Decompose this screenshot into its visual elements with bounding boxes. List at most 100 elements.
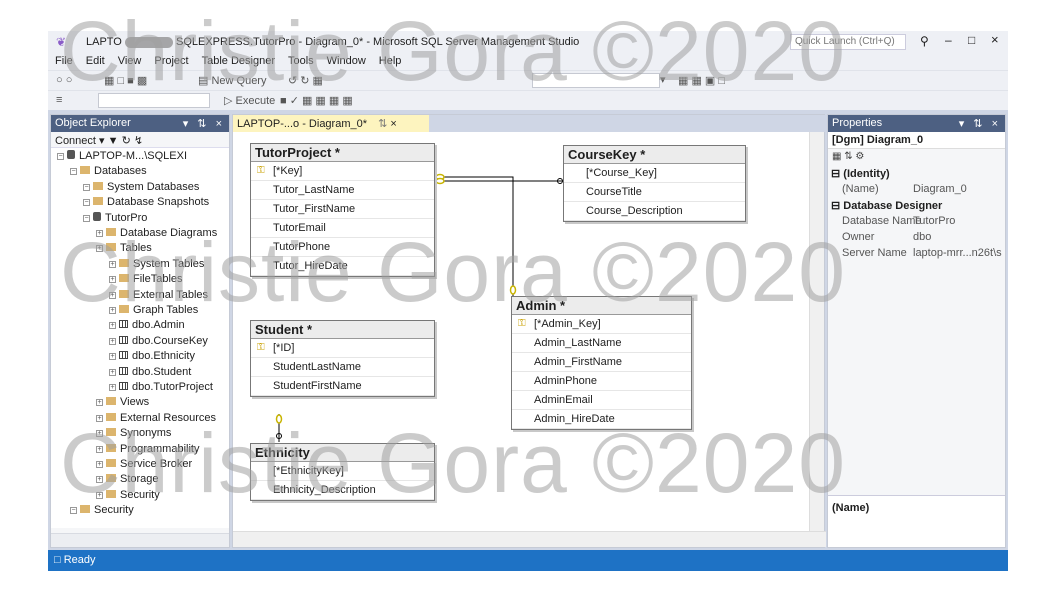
table-entity[interactable]: TutorProject * ⚿ [*Key] Tutor_LastName Tutor… bbox=[250, 143, 435, 277]
column-row[interactable]: CourseTitle bbox=[564, 183, 745, 202]
menu-tools[interactable]: Tools bbox=[281, 53, 320, 67]
toolbar-icons-3[interactable]: ▦ ▦ ▣ □ bbox=[678, 74, 725, 87]
tree-item[interactable]: + dbo.Admin bbox=[109, 319, 185, 334]
tree-item[interactable]: + Views bbox=[96, 396, 149, 411]
expand-icon[interactable]: + bbox=[96, 491, 103, 499]
column-row[interactable]: Admin_FirstName bbox=[512, 353, 691, 372]
horizontal-scrollbar[interactable] bbox=[51, 533, 229, 547]
property-category[interactable]: ⊟ Database Designer bbox=[828, 197, 1005, 213]
tree-item[interactable]: + dbo.CourseKey bbox=[109, 335, 208, 350]
menu-view[interactable]: View bbox=[111, 53, 148, 67]
filter-icon[interactable]: ▼ ↻ ↯ bbox=[108, 135, 143, 147]
property-row[interactable]: Server Name laptop-mrr...n26t\s bbox=[828, 245, 1005, 261]
column-row[interactable]: Course_Description bbox=[564, 202, 745, 221]
expand-icon[interactable]: + bbox=[96, 399, 103, 407]
property-row[interactable]: Owner dbo bbox=[828, 229, 1005, 245]
column-row[interactable]: [*EthnicityKey] bbox=[251, 462, 434, 481]
column-row[interactable]: Tutor_HireDate bbox=[251, 257, 434, 276]
new-query-button[interactable]: ▤ New Query bbox=[198, 74, 266, 87]
back-icon[interactable]: ○ ○ bbox=[56, 74, 72, 86]
collapse-icon[interactable]: ⊟ bbox=[831, 200, 843, 212]
tree-item[interactable]: + External Tables bbox=[109, 289, 208, 304]
execute-button[interactable]: ▷ Execute bbox=[224, 94, 275, 107]
property-row[interactable]: (Name) Diagram_0 bbox=[828, 181, 1005, 197]
expand-icon[interactable]: + bbox=[109, 384, 116, 391]
expand-icon[interactable]: − bbox=[83, 214, 90, 222]
expand-icon[interactable]: − bbox=[70, 507, 77, 515]
column-row[interactable]: Tutor_FirstName bbox=[251, 200, 434, 219]
toolbar-icons[interactable]: ▦ □ ■ ▩ bbox=[104, 74, 147, 87]
table-entity[interactable]: Ethnicity [*EthnicityKey] Ethnicity_Descri… bbox=[250, 443, 435, 501]
tree-item[interactable]: − LAPTOP-M...\SQLEXI bbox=[57, 150, 187, 165]
minimize-button[interactable]: – bbox=[945, 33, 952, 47]
column-row[interactable]: AdminPhone bbox=[512, 372, 691, 391]
pin-icon[interactable]: ⇅ bbox=[378, 118, 387, 130]
expand-icon[interactable]: + bbox=[96, 230, 103, 237]
column-row[interactable]: [*Course_Key] bbox=[564, 164, 745, 183]
column-row[interactable]: StudentLastName bbox=[251, 358, 434, 377]
collapse-icon[interactable]: ⊟ bbox=[831, 168, 843, 180]
column-row[interactable]: ⚿ [*Admin_Key] bbox=[512, 315, 691, 334]
tree-item[interactable]: + dbo.TutorProject bbox=[109, 381, 213, 396]
column-row[interactable]: Ethnicity_Description bbox=[251, 481, 434, 500]
menu-edit[interactable]: Edit bbox=[79, 53, 111, 67]
filter-icon[interactable]: ≡ bbox=[56, 94, 62, 106]
entity-title[interactable]: TutorProject * bbox=[251, 144, 434, 162]
panel-controls[interactable]: ▾ ⇅ × bbox=[959, 117, 1001, 130]
tree-item[interactable]: + System Tables bbox=[109, 258, 204, 273]
menu-project[interactable]: Project bbox=[147, 53, 194, 67]
tree-item[interactable]: + FileTables bbox=[109, 273, 183, 288]
toolbar-icons-2[interactable]: ↺ ↻ ▦ bbox=[288, 74, 323, 87]
column-row[interactable]: ⚿ [*Key] bbox=[251, 162, 434, 181]
expand-icon[interactable]: − bbox=[83, 199, 90, 207]
close-button[interactable]: × bbox=[991, 32, 999, 47]
column-row[interactable]: Admin_LastName bbox=[512, 334, 691, 353]
column-row[interactable]: Admin_HireDate bbox=[512, 410, 691, 429]
expand-icon[interactable]: + bbox=[109, 276, 116, 284]
expand-icon[interactable]: + bbox=[109, 307, 116, 314]
menu-file[interactable]: File bbox=[48, 53, 79, 67]
table-entity[interactable]: Student * ⚿ [*ID] StudentLastName StudentFir… bbox=[250, 320, 435, 397]
property-category[interactable]: ⊟ (Identity) bbox=[828, 165, 1005, 181]
entity-title[interactable]: Admin * bbox=[512, 297, 691, 315]
expand-icon[interactable]: + bbox=[109, 260, 116, 268]
vertical-scrollbar[interactable] bbox=[809, 132, 824, 533]
expand-icon[interactable]: + bbox=[109, 368, 116, 376]
expand-icon[interactable]: − bbox=[57, 153, 64, 160]
tab-diagram[interactable]: LAPTOP-...o - Diagram_0* ⇅ × bbox=[233, 115, 429, 132]
tree-item[interactable]: + External Resources bbox=[96, 412, 216, 427]
expand-icon[interactable]: + bbox=[96, 245, 103, 253]
quick-launch-input[interactable]: Quick Launch (Ctrl+Q) bbox=[790, 34, 906, 50]
table-entity[interactable]: CourseKey * [*Course_Key] CourseTitle Cours… bbox=[563, 145, 746, 222]
expand-icon[interactable]: + bbox=[96, 461, 103, 468]
relationship-tutor-admin[interactable] bbox=[435, 176, 514, 296]
tree-item[interactable]: + dbo.Ethnicity bbox=[109, 350, 195, 365]
expand-icon[interactable]: + bbox=[96, 430, 103, 438]
entity-title[interactable]: Student * bbox=[251, 321, 434, 339]
menu-help[interactable]: Help bbox=[372, 53, 408, 67]
tree-item[interactable]: − Databases bbox=[70, 165, 147, 180]
tree-item[interactable]: + Synonyms bbox=[96, 427, 171, 442]
expand-icon[interactable]: + bbox=[96, 445, 103, 453]
maximize-button[interactable]: □ bbox=[968, 33, 975, 47]
property-row[interactable]: Database Name TutorPro bbox=[828, 213, 1005, 229]
search-icon[interactable]: ⚲ bbox=[920, 34, 929, 48]
expand-icon[interactable]: + bbox=[109, 291, 116, 299]
panel-controls[interactable]: ▾ ⇅ × bbox=[183, 117, 225, 130]
object-dropdown[interactable] bbox=[98, 93, 210, 108]
tree-item[interactable]: − System Databases bbox=[83, 181, 199, 196]
toolbar-icons-4[interactable]: ■ ✓ ▦ ▦ ▦ ▦ bbox=[280, 94, 353, 107]
tab-close-icon[interactable]: × bbox=[390, 118, 396, 130]
expand-icon[interactable]: + bbox=[96, 476, 103, 484]
column-row[interactable]: TutorEmail bbox=[251, 219, 434, 238]
tree-item[interactable]: + Tables bbox=[96, 242, 152, 257]
tree-item[interactable]: + Storage bbox=[96, 473, 159, 488]
tree-item[interactable]: − Database Snapshots bbox=[83, 196, 209, 211]
column-row[interactable]: ⚿ [*ID] bbox=[251, 339, 434, 358]
expand-icon[interactable]: − bbox=[83, 183, 90, 191]
horizontal-scrollbar[interactable] bbox=[233, 531, 826, 547]
menu-window[interactable]: Window bbox=[320, 53, 372, 67]
tree-item[interactable]: + dbo.Student bbox=[109, 366, 191, 381]
tree-item[interactable]: − TutorPro bbox=[83, 211, 147, 227]
tree-item[interactable]: + Database Diagrams bbox=[96, 227, 217, 242]
